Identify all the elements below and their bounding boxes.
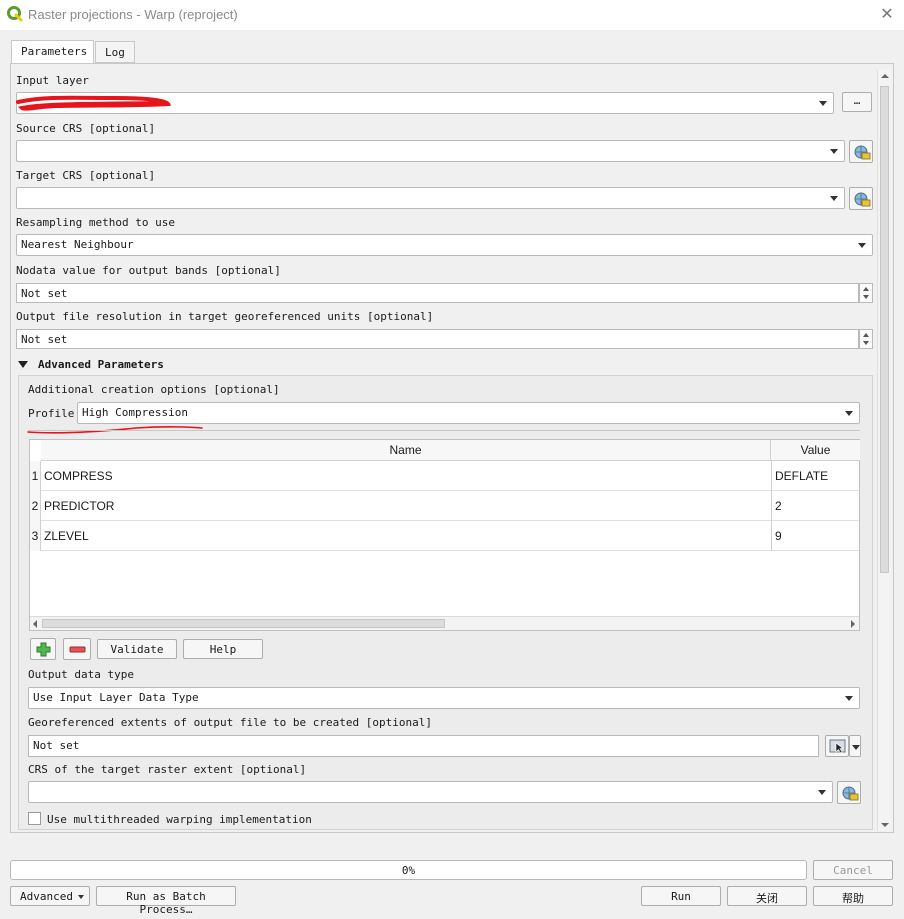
chevron-down-icon xyxy=(830,149,838,154)
scroll-up-icon[interactable] xyxy=(881,74,889,78)
progress-bar: 0% xyxy=(10,860,807,880)
plus-icon xyxy=(36,642,51,657)
advanced-menu-button[interactable]: Advanced xyxy=(10,886,90,906)
extent-select-button[interactable] xyxy=(825,735,849,757)
output-type-combo[interactable]: Use Input Layer Data Type xyxy=(28,687,860,709)
scrollbar-thumb[interactable] xyxy=(42,619,445,628)
extent-label: Georeferenced extents of output file to … xyxy=(28,716,432,729)
multithread-checkbox[interactable] xyxy=(28,812,41,825)
row-index: 1 xyxy=(30,461,41,491)
profile-label: Profile xyxy=(28,407,75,420)
scrollbar-thumb[interactable] xyxy=(880,86,889,573)
close-button[interactable]: 关闭 xyxy=(727,886,807,906)
nodata-label: Nodata value for output bands [optional] xyxy=(16,264,281,277)
chevron-down-icon xyxy=(819,101,827,106)
chevron-down-icon xyxy=(845,696,853,701)
extent-crs-combo[interactable] xyxy=(28,781,833,803)
crs-globe-icon xyxy=(854,145,871,160)
crs-globe-icon xyxy=(854,192,871,207)
scroll-right-icon[interactable] xyxy=(851,620,855,628)
annotation-underline xyxy=(27,426,203,434)
chevron-down-icon xyxy=(858,243,866,248)
input-layer-label: Input layer xyxy=(16,74,89,87)
spin-down-icon xyxy=(863,341,869,345)
scroll-left-icon[interactable] xyxy=(33,620,37,628)
row-index: 3 xyxy=(30,521,41,551)
tab-log[interactable]: Log xyxy=(95,41,135,63)
select-source-crs-button[interactable] xyxy=(849,140,873,163)
extent-crs-label: CRS of the target raster extent [optiona… xyxy=(28,763,307,776)
table-row[interactable]: 3 ZLEVEL 9 xyxy=(30,521,859,551)
table-horizontal-scrollbar[interactable] xyxy=(30,616,859,630)
spin-down-icon xyxy=(863,295,869,299)
column-header-value[interactable]: Value xyxy=(771,440,860,461)
tab-parameters[interactable]: Parameters xyxy=(11,40,94,64)
target-crs-label: Target CRS [optional] xyxy=(16,169,156,182)
table-row[interactable]: 2 PREDICTOR 2 xyxy=(30,491,859,521)
window-title: Raster projections - Warp (reproject) xyxy=(28,7,238,22)
spin-up-icon xyxy=(863,287,869,291)
close-window-button[interactable]: ✕ xyxy=(878,5,896,23)
profile-combo[interactable]: High Compression xyxy=(77,402,860,424)
option-name[interactable]: COMPRESS xyxy=(44,469,113,483)
chevron-down-icon xyxy=(830,196,838,201)
source-crs-label: Source CRS [optional] xyxy=(16,122,156,135)
profile-value: High Compression xyxy=(82,406,188,419)
option-value[interactable]: 9 xyxy=(771,521,859,551)
resampling-value: Nearest Neighbour xyxy=(21,238,134,251)
chevron-down-icon xyxy=(78,895,84,899)
multithread-label[interactable]: Use multithreaded warping implementation xyxy=(47,813,312,826)
table-help-button[interactable]: Help xyxy=(183,639,263,659)
advanced-parameters-header[interactable]: Advanced Parameters xyxy=(38,358,164,371)
resampling-label: Resampling method to use xyxy=(16,216,175,229)
add-option-button[interactable] xyxy=(30,638,56,660)
panel-vertical-scrollbar[interactable] xyxy=(877,70,891,831)
source-crs-combo[interactable] xyxy=(16,140,845,162)
map-cursor-icon xyxy=(829,739,846,754)
resolution-label: Output file resolution in target georefe… xyxy=(16,310,434,323)
nodata-spinner[interactable] xyxy=(859,283,873,303)
scroll-down-icon[interactable] xyxy=(881,823,889,827)
chevron-down-icon xyxy=(845,411,853,416)
run-button[interactable]: Run xyxy=(641,886,721,906)
run-batch-button[interactable]: Run as Batch Process… xyxy=(96,886,236,916)
option-name[interactable]: PREDICTOR xyxy=(44,499,114,513)
advanced-menu-label: Advanced xyxy=(20,890,73,903)
resolution-input[interactable]: Not set xyxy=(16,329,859,349)
option-value[interactable]: 2 xyxy=(771,491,859,521)
validate-button[interactable]: Validate xyxy=(97,639,177,659)
spin-up-icon xyxy=(863,333,869,337)
crs-globe-icon xyxy=(842,786,859,801)
table-row[interactable]: 1 COMPRESS DEFLATE xyxy=(30,461,859,491)
divider xyxy=(28,430,860,431)
cancel-button[interactable]: Cancel xyxy=(813,860,893,880)
output-type-label: Output data type xyxy=(28,668,134,681)
column-header-name[interactable]: Name xyxy=(41,440,771,461)
nodata-input[interactable]: Not set xyxy=(16,283,859,303)
creation-options-table: Name Value 1 COMPRESS DEFLATE 2 PREDICTO… xyxy=(29,439,860,631)
qgis-logo-icon xyxy=(7,6,23,22)
extent-menu-button[interactable] xyxy=(849,735,861,757)
row-index: 2 xyxy=(30,491,41,521)
help-button[interactable]: 帮助 xyxy=(813,886,893,906)
option-value[interactable]: DEFLATE xyxy=(771,461,859,491)
collapse-triangle-icon[interactable] xyxy=(18,361,28,368)
minus-icon xyxy=(69,646,86,653)
target-crs-combo[interactable] xyxy=(16,187,845,209)
chevron-down-icon xyxy=(852,745,860,750)
select-extent-crs-button[interactable] xyxy=(837,781,861,804)
title-bar: Raster projections - Warp (reproject) ✕ xyxy=(0,0,904,30)
remove-option-button[interactable] xyxy=(63,638,91,660)
resolution-spinner[interactable] xyxy=(859,329,873,349)
resampling-combo[interactable]: Nearest Neighbour xyxy=(16,234,873,256)
output-type-value: Use Input Layer Data Type xyxy=(33,691,199,704)
select-target-crs-button[interactable] xyxy=(849,187,873,210)
creation-options-label: Additional creation options [optional] xyxy=(28,383,280,396)
option-name[interactable]: ZLEVEL xyxy=(44,529,89,543)
browse-button[interactable]: … xyxy=(842,92,872,112)
extent-input[interactable]: Not set xyxy=(28,735,819,757)
redaction-scribble xyxy=(16,95,172,111)
chevron-down-icon xyxy=(818,790,826,795)
